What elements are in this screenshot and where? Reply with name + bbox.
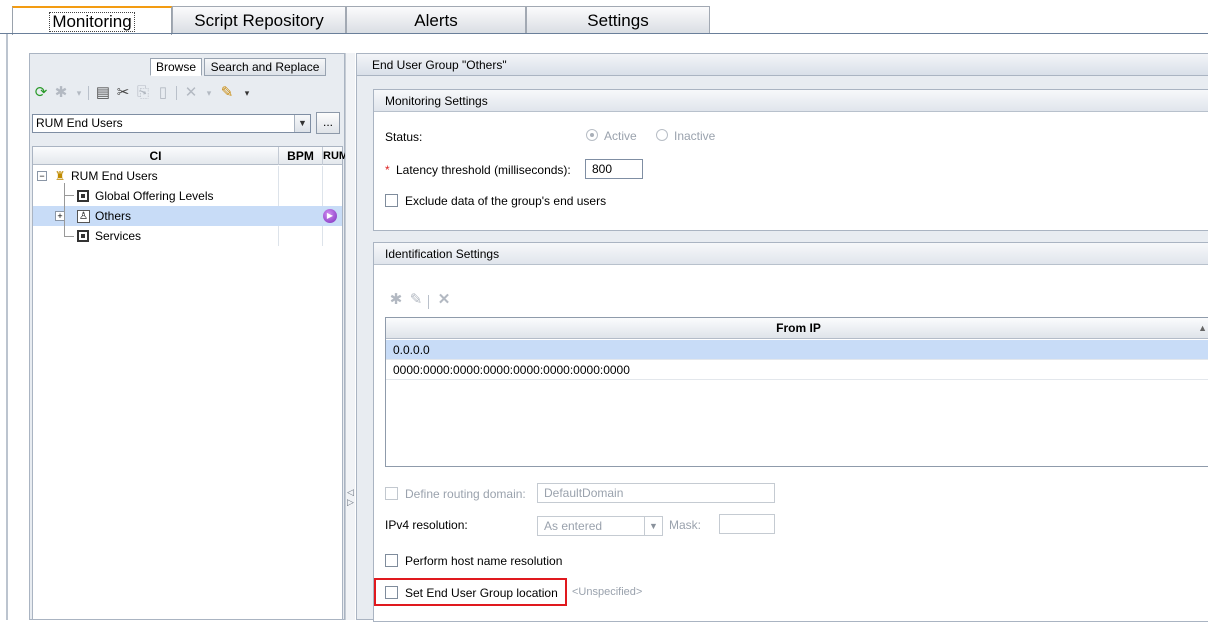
rum-monitor-icon[interactable]: ▶ <box>323 209 337 223</box>
sort-ascending-icon[interactable]: ▲ <box>1198 318 1207 339</box>
column-from-ip[interactable]: From IP ▲ <box>386 318 1208 339</box>
ci-box-icon <box>77 230 89 242</box>
column-bpm[interactable]: BPM <box>278 147 322 165</box>
tree-row-services[interactable]: Services <box>33 226 342 246</box>
top-tab-bar: Monitoring Script Repository Alerts Sett… <box>0 0 1208 36</box>
mask-input[interactable] <box>719 514 775 534</box>
status-active-label[interactable]: Active <box>604 129 637 143</box>
tab-monitoring[interactable]: Monitoring <box>12 6 172 35</box>
new-dropdown-icon[interactable]: ▾ <box>70 84 88 102</box>
ci-tree: CI BPM RUM − ♜ RUM End Users Global Offe… <box>32 146 348 620</box>
tab-settings[interactable]: Settings <box>526 6 710 34</box>
monitoring-settings-group: Monitoring Settings Status: Active Inact… <box>373 89 1208 231</box>
status-active-radio[interactable] <box>586 129 598 141</box>
edit-icon[interactable]: ✎ <box>218 84 236 102</box>
status-inactive-label[interactable]: Inactive <box>674 129 715 143</box>
tree-row-label: Services <box>95 229 142 243</box>
define-routing-domain-label: Define routing domain: <box>405 487 526 501</box>
perform-host-name-resolution-checkbox[interactable] <box>385 554 398 567</box>
ci-box-icon <box>77 190 89 202</box>
new-icon[interactable]: ✱ <box>52 84 70 102</box>
view-selector-dropdown[interactable]: RUM End Users ▼ <box>32 114 311 133</box>
panel-splitter[interactable]: ◁ ▷ <box>345 53 355 620</box>
routing-domain-input[interactable]: DefaultDomain <box>537 483 775 503</box>
details-panel: End User Group "Others" Monitoring Setti… <box>356 53 1208 622</box>
exclude-end-users-checkbox[interactable] <box>385 194 398 207</box>
cut-icon[interactable]: ✂ <box>114 84 132 102</box>
column-ci[interactable]: CI <box>33 147 278 165</box>
chevron-down-icon[interactable]: ▼ <box>644 517 662 535</box>
ipv4-resolution-dropdown[interactable]: As entered ▼ <box>537 516 663 536</box>
tree-row-others[interactable]: + ♙ Others ▶ <box>33 206 342 226</box>
tab-script-repository[interactable]: Script Repository <box>172 6 346 34</box>
tree-row-global-offering-levels[interactable]: Global Offering Levels <box>33 186 342 206</box>
view-selector-value: RUM End Users <box>36 116 123 130</box>
delete-icon[interactable]: ✕ <box>435 291 453 309</box>
tree-header: CI BPM RUM <box>33 147 348 165</box>
tab-monitoring-label: Monitoring <box>49 12 135 32</box>
tree-row-label: RUM End Users <box>71 169 158 183</box>
required-marker: * <box>385 163 390 177</box>
toolbar-separator <box>88 86 89 100</box>
identification-settings-title: Identification Settings <box>374 243 1208 265</box>
location-highlight-box <box>374 578 567 606</box>
tab-search-and-replace[interactable]: Search and Replace <box>204 58 326 76</box>
tree-connector <box>64 195 74 196</box>
table-row[interactable]: 0000:0000:0000:0000:0000:0000:0000:0000 <box>386 360 1208 380</box>
ipv4-resolution-label: IPv4 resolution: <box>385 518 468 532</box>
expand-right-icon[interactable]: ▷ <box>347 497 354 508</box>
copy-icon[interactable]: ⎘ <box>134 84 152 102</box>
tree-connector <box>64 183 65 237</box>
toolbar-separator <box>176 86 177 100</box>
details-title: End User Group "Others" <box>357 54 1208 76</box>
edit-dropdown-icon[interactable]: ▾ <box>238 84 256 102</box>
tree-connector <box>64 236 74 237</box>
exclude-end-users-label[interactable]: Exclude data of the group's end users <box>405 194 606 208</box>
identification-settings-group: Identification Settings ✱ ✎ ✕ From IP ▲ … <box>373 242 1208 622</box>
status-inactive-radio[interactable] <box>656 129 668 141</box>
delete-dropdown-icon[interactable]: ▾ <box>200 84 218 102</box>
table-row[interactable]: 0.0.0.0 <box>386 340 1208 360</box>
browse-toolbar: ⟳ ✱ ▾ ▤ ✂ ⎘ ▯ ✕ ▾ ✎ ▾ <box>30 80 344 108</box>
tree-row-rum-end-users[interactable]: − ♜ RUM End Users <box>33 166 342 186</box>
new-icon[interactable]: ✱ <box>387 291 405 309</box>
perform-host-name-resolution-label[interactable]: Perform host name resolution <box>405 554 562 568</box>
ipv4-resolution-value: As entered <box>544 519 603 533</box>
ip-range-table: From IP ▲ 0.0.0.0 0000:0000:0000:0000:00… <box>385 317 1208 467</box>
latency-threshold-label: Latency threshold (milliseconds): <box>396 163 571 177</box>
mask-label: Mask: <box>669 518 702 532</box>
window-edge <box>6 34 8 620</box>
tab-alerts[interactable]: Alerts <box>346 6 526 34</box>
toolbar-separator <box>428 295 429 309</box>
tree-row-label: Others <box>95 209 132 223</box>
tree-row-label: Global Offering Levels <box>95 189 214 203</box>
chevron-down-icon[interactable]: ▼ <box>294 115 310 132</box>
browse-views-button[interactable]: ... <box>316 112 340 134</box>
collapse-icon[interactable]: − <box>37 171 47 181</box>
refresh-icon[interactable]: ⟳ <box>32 84 50 102</box>
properties-icon[interactable]: ▤ <box>94 84 112 102</box>
end-user-group-icon: ♙ <box>77 210 90 223</box>
latency-threshold-input[interactable]: 800 <box>585 159 643 179</box>
rum-end-users-icon: ♜ <box>54 169 66 183</box>
tab-bar-divider <box>0 33 1208 34</box>
delete-icon[interactable]: ✕ <box>182 84 200 102</box>
browse-panel: Browse Search and Replace ⟳ ✱ ▾ ▤ ✂ ⎘ ▯ … <box>29 53 348 620</box>
column-from-ip-label: From IP <box>776 321 821 335</box>
edit-icon[interactable]: ✎ <box>407 291 425 309</box>
define-routing-domain-checkbox[interactable] <box>385 487 398 500</box>
status-label: Status: <box>385 130 423 144</box>
tab-browse[interactable]: Browse <box>150 58 202 76</box>
location-value[interactable]: <Unspecified> <box>572 586 642 598</box>
column-rum[interactable]: RUM <box>322 147 348 165</box>
paste-icon[interactable]: ▯ <box>154 84 172 102</box>
monitoring-settings-title: Monitoring Settings <box>374 90 1208 112</box>
